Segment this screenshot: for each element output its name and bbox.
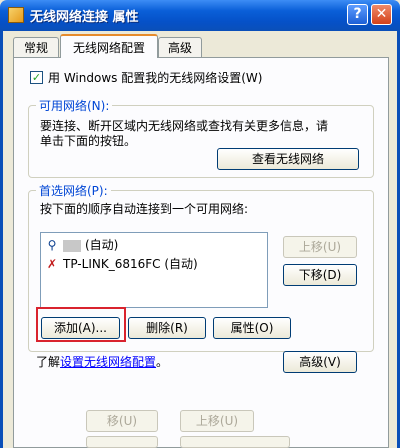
tab-general[interactable]: 常规 — [13, 37, 59, 57]
properties-button[interactable]: 属性(O) — [213, 317, 291, 339]
move-up-button[interactable]: 上移(U) — [283, 236, 357, 258]
ghost-move-button: 移(U) — [86, 410, 158, 432]
wifi-key-icon: ⚲ — [47, 238, 57, 252]
available-networks-description-line2: 单击下面的按钮。 — [40, 134, 137, 148]
learn-text: 了解设置无线网络配置。 — [36, 353, 168, 370]
network-connection-icon — [8, 7, 24, 23]
network-name: (自动) — [85, 238, 119, 252]
preferred-networks-list[interactable]: ⚲ (自动) ✗ TP-LINK_6816FC (自动) — [40, 232, 268, 308]
list-item[interactable]: ✗ TP-LINK_6816FC (自动) — [45, 256, 198, 272]
wifi-x-icon: ✗ — [46, 257, 58, 271]
wireless-config-link[interactable]: 设置无线网络配置 — [60, 355, 156, 369]
preferred-networks-description: 按下面的顺序自动连接到一个可用网络: — [40, 202, 249, 216]
ghost-button-row-lower-2 — [180, 436, 290, 448]
window-title: 无线网络连接 属性 — [30, 10, 139, 25]
preferred-networks-legend: 首选网络(P): — [36, 182, 111, 199]
advanced-button[interactable]: 高级(V) — [283, 351, 357, 373]
available-networks-legend: 可用网络(N): — [36, 97, 113, 114]
network-name: TP-LINK_6816FC (自动) — [63, 257, 198, 271]
windows-config-label: 用 Windows 配置我的无线网络设置(W) — [48, 71, 263, 85]
list-item[interactable]: ⚲ (自动) — [45, 237, 119, 253]
title-bar: 无线网络连接 属性 ? ✕ — [0, 0, 400, 31]
tab-advanced[interactable]: 高级 — [158, 37, 202, 57]
learn-suffix: 。 — [156, 355, 169, 369]
redacted-ssid — [63, 239, 81, 252]
ghost-button-row-lower — [86, 436, 158, 448]
move-down-button[interactable]: 下移(D) — [283, 264, 357, 286]
ghost-move-up-button: 上移(U) — [180, 410, 254, 432]
add-button-highlight — [36, 307, 126, 342]
remove-button[interactable]: 删除(R) — [128, 317, 206, 339]
view-wireless-networks-button[interactable]: 查看无线网络 — [217, 148, 359, 170]
help-button[interactable]: ? — [347, 4, 368, 25]
learn-prefix: 了解 — [36, 355, 61, 369]
close-button[interactable]: ✕ — [371, 4, 392, 25]
tab-wireless-networks[interactable]: 无线网络配置 — [60, 34, 158, 58]
windows-config-checkbox[interactable]: ✓ — [30, 71, 43, 84]
